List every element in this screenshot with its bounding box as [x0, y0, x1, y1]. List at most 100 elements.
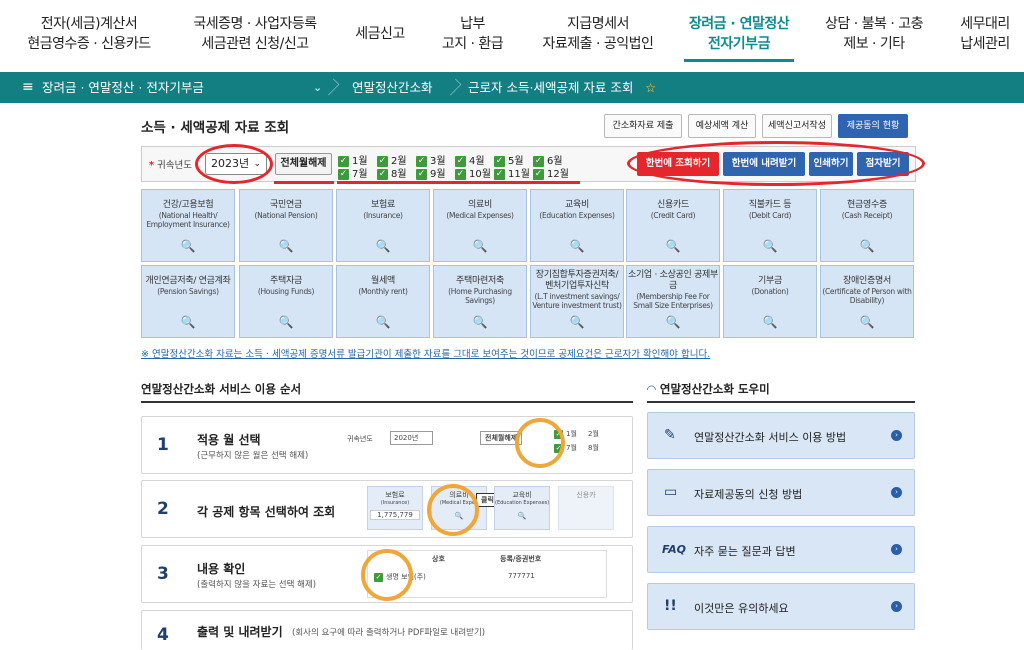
sample-uncheck-button: 전체월해제 [480, 431, 523, 445]
checkbox-icon: ✓ [455, 168, 466, 180]
exclamation-icon: !! [664, 598, 677, 614]
sample-header-name: 상호 [432, 555, 445, 563]
section-divider [647, 401, 915, 403]
tile-education-expenses[interactable]: 교육비 (Education Expenses) 🔍 [530, 189, 624, 262]
tile-disability-certificate[interactable]: 장애인증명서 (Certificate of Person with Disabi… [820, 265, 914, 338]
tile-debit-card[interactable]: 직불카드 등 (Debit Card) 🔍 [723, 189, 817, 262]
tile-pension-savings[interactable]: 개인연금저축/ 연금계좌 (Pension Savings) 🔍 [141, 265, 235, 338]
tile-monthly-rent[interactable]: 월세액 (Monthly rent) 🔍 [336, 265, 430, 338]
tax-return-button[interactable]: 세액신고서작성 [762, 114, 832, 138]
gnb-item-year-end-settlement[interactable]: 장려금 · 연말정산 전자기부금 [684, 14, 794, 62]
breadcrumb-sub[interactable]: 연말정산간소화 [352, 72, 433, 103]
sample-row: ✓ 생명 보험(주) [374, 572, 426, 582]
tile-housing-funds[interactable]: 주택자금 (Housing Funds) 🔍 [239, 265, 333, 338]
print-button[interactable]: 인쇄하기 [809, 152, 853, 176]
step-title: 출력 및 내려받기 [197, 625, 283, 639]
headset-icon: ◠ [647, 382, 656, 396]
chevron-down-icon[interactable]: ⌄ [313, 72, 322, 103]
search-icon: 🔍 [180, 239, 196, 253]
help-title: ◠ 연말정산간소화 도우미 [647, 382, 770, 396]
breadcrumb-section[interactable]: 장려금 · 연말정산 · 전자기부금 [42, 72, 204, 103]
month-checkbox-8[interactable]: ✓ 8월 [377, 165, 407, 180]
sample-tile-credit: 신용카 [558, 486, 614, 530]
annotation-underline [274, 181, 334, 184]
faq-icon: FAQ [662, 543, 686, 556]
gnb-item-payment-statement[interactable]: 지급명세서 자료제출 · 공익법인 [533, 14, 663, 54]
help-caution[interactable]: !! 이것만은 유의하세요 › [647, 583, 915, 630]
checkbox-icon: ✓ [494, 168, 505, 180]
gnb-item-certificates[interactable]: 국세증명 · 사업자등록 세금관련 신청/신고 [180, 14, 330, 54]
breadcrumb-current[interactable]: 근로자 소득·세액공제 자료 조회 [468, 72, 633, 103]
download-all-button[interactable]: 한번에 내려받기 [723, 152, 805, 176]
arrow-right-icon: › [891, 487, 902, 498]
tile-insurance[interactable]: 보험료 (Insurance) 🔍 [336, 189, 430, 262]
gnb-item-e-invoice[interactable]: 전자(세금)계산서 현금영수증 · 신용카드 [18, 14, 160, 54]
month-checkbox-12[interactable]: ✓ 12월 [533, 165, 569, 180]
help-usage-guide[interactable]: ✎ 연말정산간소화 서비스 이용 방법 › [647, 412, 915, 459]
uncheck-all-months-button[interactable]: 전체월해제 [275, 153, 332, 175]
gnb-item-payment[interactable]: 납부 고지 · 환급 [430, 14, 515, 54]
chevron-down-icon: ⌄ [253, 159, 261, 169]
tile-donation[interactable]: 기부금 (Donation) 🔍 [723, 265, 817, 338]
search-icon: 🔍 [278, 239, 294, 253]
query-all-button[interactable]: 한번에 조회하기 [637, 152, 719, 176]
step-number: 4 [157, 625, 169, 645]
simplified-data-submit-button[interactable]: 간소화자료 제출 [604, 114, 682, 138]
sample-month-8: 8월 [588, 444, 599, 452]
document-icon: ▭ [664, 484, 678, 500]
sample-month-2: 2월 [588, 430, 599, 438]
top-navigation: 전자(세금)계산서 현금영수증 · 신용카드 국세증명 · 사업자등록 세금관련 신… [0, 0, 1024, 72]
notice-link[interactable]: ※ 연말정산간소화 자료는 소득 · 세액공제 증명서류 발급기관이 제출한 자… [141, 346, 710, 360]
help-consent-guide[interactable]: ▭ 자료제공동의 신청 방법 › [647, 469, 915, 516]
search-icon: 🔍 [665, 239, 681, 253]
step-title: 내용 확인 [197, 562, 246, 576]
annotation-underline [337, 181, 580, 184]
tile-cash-receipt[interactable]: 현금영수증 (Cash Receipt) 🔍 [820, 189, 914, 262]
sample-month-7: ✓ 7월 [554, 443, 577, 453]
sample-month-1: ✓ 1월 [554, 429, 577, 439]
month-checkbox-11[interactable]: ✓ 11월 [494, 165, 530, 180]
step-title: 각 공제 항목 선택하여 조회 [197, 505, 336, 519]
search-icon: 🔍 [278, 315, 294, 329]
search-icon: 🔍 [859, 315, 875, 329]
checkbox-icon: ✓ [377, 168, 388, 180]
step-number: 2 [157, 499, 169, 519]
gnb-item-consultation[interactable]: 상담 · 불복 · 고충 제보 · 기타 [815, 14, 933, 54]
tile-national-pension[interactable]: 국민연금 (National Pension) 🔍 [239, 189, 333, 262]
tile-credit-card[interactable]: 신용카드 (Credit Card) 🔍 [626, 189, 720, 262]
arrow-right-icon: › [891, 544, 902, 555]
tile-home-purchasing-savings[interactable]: 주택마련저축 (Home Purchasing Savings) 🔍 [433, 265, 527, 338]
estimate-tax-button[interactable]: 예상세액 계산 [688, 114, 756, 138]
checkbox-icon: ✓ [533, 168, 544, 180]
sample-year-select: 2020년 [390, 431, 434, 445]
gnb-item-tax-filing[interactable]: 세금신고 [345, 24, 415, 44]
arrow-right-icon: › [891, 601, 902, 612]
tile-medical-expenses[interactable]: 의료비 (Medical Expenses) 🔍 [433, 189, 527, 262]
sample-tile-education: 교육비 (Education Expenses) 🔍 [494, 486, 550, 530]
step-card-3: 3 내용 확인 (출력하지 않을 자료는 선택 해제) 상호 등록/증권번호 ✓… [141, 545, 633, 603]
step-card-1: 1 적용 월 선택 (근무하지 않은 월은 선택 해제) 귀속년도 2020년 … [141, 416, 633, 474]
braille-button[interactable]: 점자받기 [857, 152, 909, 176]
tile-small-business-fund[interactable]: 소기업 · 소상공인 공제부금 (Membership Fee For Small… [626, 265, 720, 338]
step-subtitle: (근무하지 않은 월은 선택 해제) [197, 451, 309, 461]
help-faq[interactable]: FAQ 자주 묻는 질문과 답변 › [647, 526, 915, 573]
tile-investment-savings[interactable]: 장기집합투자증권저축/ 벤처기업투자신탁 (L.T investment savi… [530, 265, 624, 338]
favorite-star-icon[interactable]: ☆ [645, 72, 656, 103]
sample-tile-insurance: 보험료 (Insurance) 1,775,779 [367, 486, 423, 530]
year-select[interactable]: 2023년 ⌄ [205, 153, 267, 175]
month-checkbox-7[interactable]: ✓ 7월 [338, 165, 368, 180]
section-divider [141, 401, 633, 403]
tile-health-insurance[interactable]: 건강/고용보험 (National Health/ Employment Insu… [141, 189, 235, 262]
breadcrumb-divider [444, 78, 462, 96]
search-icon: 🔍 [762, 315, 778, 329]
month-checkbox-9[interactable]: ✓ 9월 [416, 165, 446, 180]
search-icon: 🔍 [472, 239, 488, 253]
page-title: 소득 · 세액공제 자료 조회 [141, 120, 290, 136]
year-label: * 귀속년도 [149, 160, 192, 171]
month-checkbox-10[interactable]: ✓ 10월 [455, 165, 491, 180]
consent-status-button[interactable]: 제공동의 현황 [838, 114, 908, 138]
search-icon: 🔍 [375, 239, 391, 253]
search-icon: 🔍 [569, 315, 585, 329]
gnb-item-tax-agent[interactable]: 세무대리 납세관리 [950, 14, 1020, 54]
menu-icon[interactable]: ≡ [22, 72, 34, 103]
